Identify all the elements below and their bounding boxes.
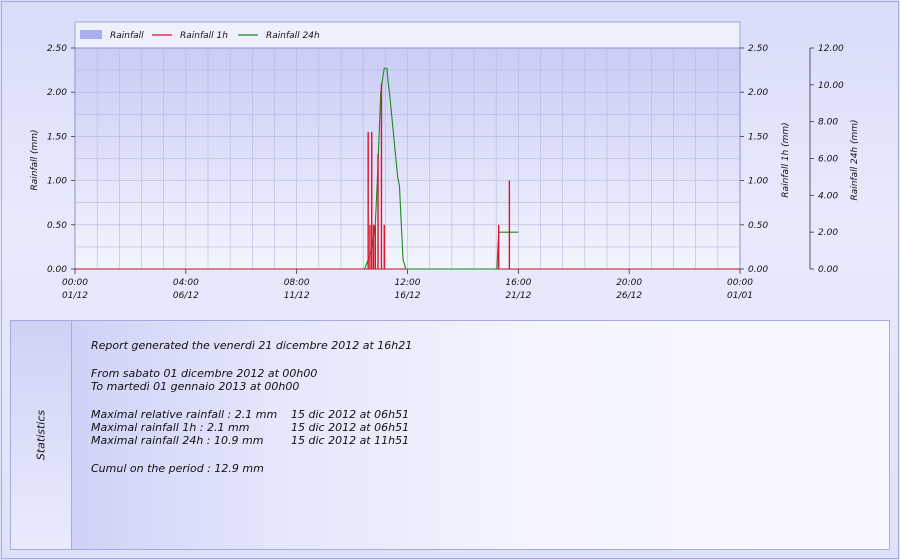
statistics-body: Report generated the venerdì 21 dicembre… xyxy=(91,339,412,475)
tick-label: 00:00 xyxy=(727,278,753,288)
statistics-panel: Statistics Report generated the venerdì … xyxy=(10,320,890,550)
tick-label: 2.00 xyxy=(748,88,768,98)
tick-label: 06/12 xyxy=(173,291,199,301)
tick-label: 04:00 xyxy=(173,278,199,288)
tick-label: 11/12 xyxy=(284,291,310,301)
stat-row: Maximal relative rainfall : 2.1 mm 15 di… xyxy=(91,408,412,421)
legend-label: Rainfall 1h xyxy=(180,31,228,41)
y-axis-title: Rainfall 24h (mm) xyxy=(850,119,860,200)
period-from-line: From sabato 01 dicembre 2012 at 00h00 xyxy=(91,367,318,380)
tick-label: 16:00 xyxy=(505,278,531,288)
y-axis-title: Rainfall (mm) xyxy=(30,129,40,190)
tick-label: 01/12 xyxy=(62,291,88,301)
stat-date: 15 dic 2012 at 06h51 xyxy=(291,408,410,421)
tick-label: 6.00 xyxy=(818,155,838,165)
stat-row: Maximal rainfall 24h : 10.9 mm 15 dic 20… xyxy=(91,434,412,447)
stat-date: 15 dic 2012 at 11h51 xyxy=(291,434,410,447)
statistics-title: Statistics xyxy=(34,409,48,461)
legend-label: Rainfall xyxy=(110,31,144,41)
legend-bar xyxy=(74,21,741,49)
tick-label: 16/12 xyxy=(395,291,421,301)
stat-label: Maximal rainfall 24h : 10.9 mm xyxy=(91,434,264,447)
tick-label: 2.50 xyxy=(47,44,67,54)
legend: Rainfall Rainfall 1h Rainfall 24h xyxy=(80,30,320,41)
tick-label: 21/12 xyxy=(505,291,531,301)
tick-label: 0.00 xyxy=(47,265,67,275)
cumul-line: Cumul on the period : 12.9 mm xyxy=(91,462,264,475)
tick-label: 00:00 xyxy=(62,278,88,288)
tick-label: 0.50 xyxy=(748,221,768,231)
stat-row: Maximal rainfall 1h : 2.1 mm 15 dic 2012… xyxy=(91,421,412,434)
legend-label: Rainfall 24h xyxy=(266,31,320,41)
tick-label: 1.00 xyxy=(748,177,768,187)
tick-label: 20:00 xyxy=(616,278,642,288)
tick-label: 0.50 xyxy=(47,221,67,231)
tick-label: 12:00 xyxy=(395,278,421,288)
tick-label: 08:00 xyxy=(284,278,310,288)
tick-label: 26/12 xyxy=(616,291,642,301)
tick-label: 8.00 xyxy=(818,118,838,128)
rainfall-chart: Rainfall Rainfall 1h Rainfall 24h 0.00 0.50… xyxy=(30,21,860,301)
tick-label: 1.50 xyxy=(47,132,67,142)
tick-label: 0.00 xyxy=(748,265,768,275)
y-axis-title: Rainfall 1h (mm) xyxy=(781,122,791,197)
tick-label: 1.50 xyxy=(748,132,768,142)
statistics-side-tab: Statistics xyxy=(11,321,72,549)
stat-label: Maximal rainfall 1h : 2.1 mm xyxy=(91,421,250,434)
stat-label: Maximal relative rainfall : 2.1 mm xyxy=(91,408,278,421)
period-to-line: To martedì 01 gennaio 2013 at 00h00 xyxy=(91,380,300,393)
stat-date: 15 dic 2012 at 06h51 xyxy=(291,421,410,434)
legend-swatch xyxy=(80,30,102,39)
tick-label: 2.00 xyxy=(818,228,838,238)
tick-label: 1.00 xyxy=(47,177,67,187)
tick-label: 4.00 xyxy=(818,191,838,201)
tick-label: 01/01 xyxy=(727,291,753,301)
report-generated-line: Report generated the venerdì 21 dicembre… xyxy=(91,339,413,352)
tick-label: 12.00 xyxy=(818,44,844,54)
tick-label: 0.00 xyxy=(818,265,838,275)
tick-label: 10.00 xyxy=(818,81,844,91)
tick-label: 2.50 xyxy=(748,44,768,54)
tick-label: 2.00 xyxy=(47,88,67,98)
